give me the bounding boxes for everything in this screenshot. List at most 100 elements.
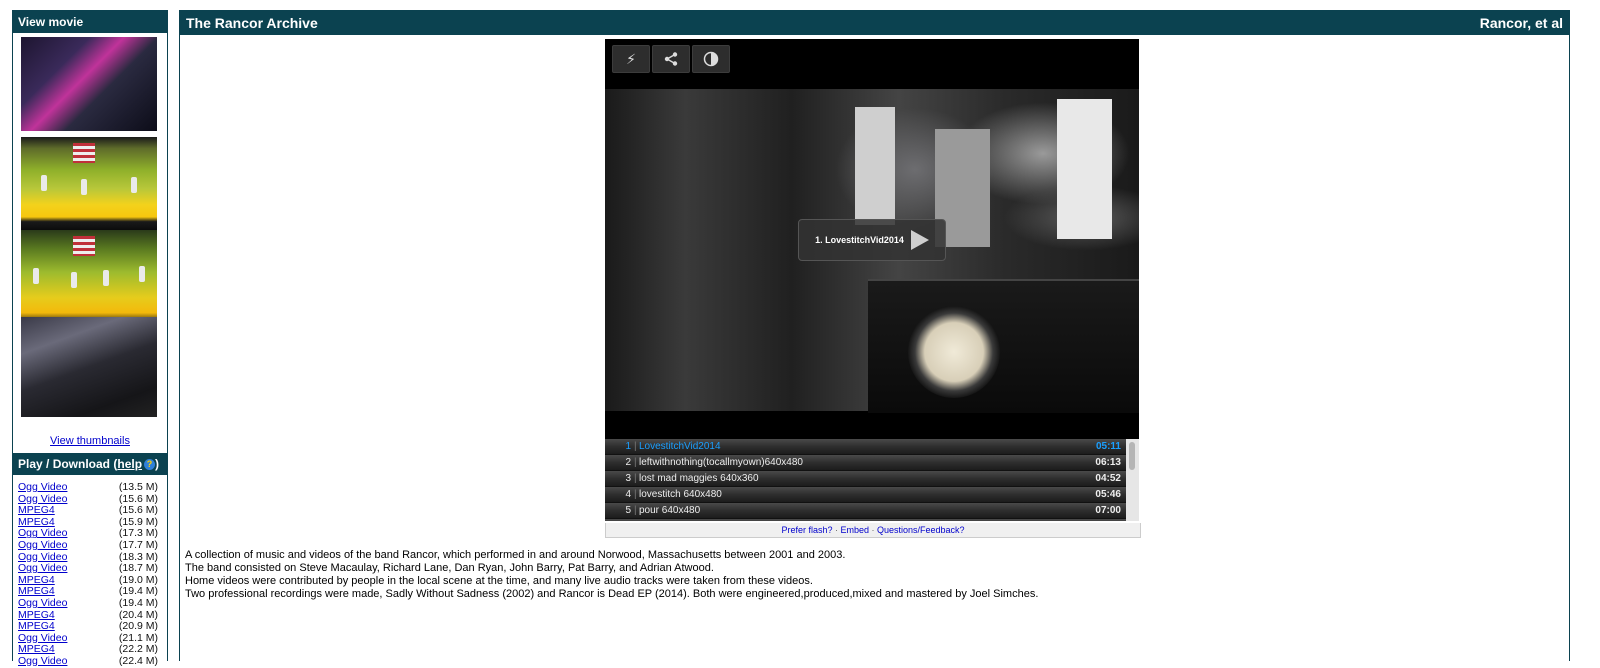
playlist-scrollbar[interactable] [1126,439,1139,521]
file-row: MPEG4 (20.9 M) [18,621,158,633]
playlist-item[interactable]: 2 | leftwithnothing(tocallmyown)640x480 06:… [605,455,1126,471]
file-list: Ogg Video (13.5 M) Ogg Video (15.6 M) MPEG4(… [13,475,167,668]
playlist-wrapper: 1 | LovestitchVid2014 05:11 2 | leftwithnothin… [605,439,1139,521]
play-download-header: Play / Download (help?) [13,453,167,475]
thumbnail-strip [13,33,167,423]
lightning-icon[interactable]: ⚡︎ [612,45,650,73]
window [1057,99,1112,239]
figure [71,272,77,288]
file-row: Ogg Video (17.7 M) [18,538,158,552]
description-line: Home videos were contributed by people i… [185,575,813,587]
flag-image [73,143,95,163]
speaker-image [868,279,1139,413]
playlist-item[interactable]: 4 | lovestitch 640x480 05:46 [605,487,1126,503]
contrast-icon[interactable] [692,45,730,73]
file-size: (13.5 M) [118,481,158,493]
flag-image [73,236,95,256]
playlist-item[interactable]: 5 | pour 640x480 07:00 [605,503,1126,519]
figure [33,268,39,284]
page-title: The Rancor Archive [186,15,318,31]
file-size: (22.2 M) [118,643,158,656]
file-download-link[interactable]: Ogg Video [18,655,67,668]
playlist-item-number: 2 [625,457,631,468]
prefer-flash-link[interactable]: Prefer flash? [781,525,832,535]
play-icon [910,230,929,250]
link-separator: · [869,525,877,535]
description-line: The band consisted on Steve Macaulay, Ri… [185,562,714,574]
scrollbar-thumb[interactable] [1129,442,1135,470]
player-links: Prefer flash? · Embed · Questions/Feedba… [605,523,1141,538]
file-row: MPEG4 (22.2 M) [18,644,158,656]
sidebar: View movie View thumbnails Play / Downlo… [12,10,168,667]
view-thumbnails-link[interactable]: View thumbnails [50,435,130,447]
playlist-item-title: pour 640x480 [639,505,701,516]
play-overlay-button[interactable]: 1. LovestitchVid2014 [798,219,946,261]
playlist-item-duration: 05:11 [1095,441,1121,452]
file-download-link[interactable]: Ogg Video [18,539,67,552]
file-download-link[interactable]: Ogg Video [18,597,67,610]
description: A collection of music and videos of the … [185,549,1038,601]
description-line: Two professional recordings were made, S… [185,588,1039,600]
playlist-item-separator: | [634,457,637,468]
playlist-item-duration: 06:13 [1095,457,1121,468]
thumbnail-1[interactable] [21,37,157,131]
main-panel: The Rancor Archive Rancor, et al ⚡︎ 1. L… [179,10,1570,661]
view-movie-header: View movie [13,11,167,33]
file-row: Ogg Video (18.7 M) [18,563,158,575]
embed-link[interactable]: Embed [840,525,869,535]
playlist-item[interactable]: 1 | LovestitchVid2014 05:11 [605,439,1126,455]
help-link[interactable]: help [117,457,142,471]
playlist-item[interactable]: 3 | lost mad maggies 640x360 04:52 [605,471,1126,487]
playlist-item-title: LovestitchVid2014 [639,441,721,452]
file-download-link[interactable]: Ogg Video [18,563,67,575]
file-download-link[interactable]: MPEG4 [18,621,55,633]
playlist-item-title: lost mad maggies 640x360 [639,473,759,484]
playlist-item-separator: | [634,519,637,521]
playlist-item-separator: | [634,505,637,516]
playlist-item-duration: 04:52 [1095,473,1121,484]
file-size: (22.4 M) [118,654,158,667]
file-size: (19.4 M) [118,596,158,609]
file-row: Ogg Video (13.5 M) [18,481,158,494]
playlist-item-number: 5 [625,505,631,516]
playlist-item-duration: 06:09 [1095,519,1121,521]
file-download-link[interactable]: MPEG4 [18,644,55,656]
thumbnail-3[interactable] [21,230,157,324]
description-line: A collection of music and videos of the … [185,549,846,561]
thumbnail-4[interactable] [21,317,157,417]
playlist[interactable]: 1 | LovestitchVid2014 05:11 2 | leftwithnothin… [605,439,1139,521]
file-download-link[interactable]: Ogg Video [18,481,67,494]
playlist-item-number: 1 [625,441,631,452]
creator-name: Rancor, et al [1479,15,1563,31]
overlay-title: 1. LovestitchVid2014 [815,235,904,245]
playlist-item-title: leftwithnothing(tocallmyown)640x480 [639,457,803,468]
playlist-item[interactable]: 6|say it ain't so mad maggies 640x480 06:… [605,519,1126,521]
play-download-close: ) [155,457,160,471]
file-size: (18.7 M) [118,562,158,575]
playlist-item-title: lovestitch 640x480 [639,489,722,500]
help-icon[interactable]: ? [144,459,156,471]
playlist-item-title: say it ain't so mad maggies 640x480 [639,519,800,521]
figure [131,177,137,193]
file-size: (20.9 M) [118,620,158,633]
figure [41,175,47,191]
main-header: The Rancor Archive Rancor, et al [180,11,1569,35]
playlist-item-separator: | [634,441,637,452]
play-download-label: Play / Download ( [18,457,118,471]
playlist-item-separator: | [634,473,637,484]
thumbnail-2[interactable] [21,137,157,231]
figure [139,266,145,282]
share-icon[interactable] [652,45,690,73]
feedback-link[interactable]: Questions/Feedback? [877,525,965,535]
file-row: Ogg Video (22.4 M) [18,654,158,668]
playlist-item-duration: 05:46 [1095,489,1121,500]
speaker-cone [908,306,1000,398]
file-row: Ogg Video (19.4 M) [18,596,158,610]
playlist-item-number: 6 [619,519,631,521]
video-player[interactable]: ⚡︎ 1. LovestitchVid2014 [605,39,1139,439]
figure [103,270,109,286]
playlist-item-number: 4 [625,489,631,500]
window [855,107,895,225]
file-size: (17.7 M) [118,538,158,551]
figure [81,179,87,195]
